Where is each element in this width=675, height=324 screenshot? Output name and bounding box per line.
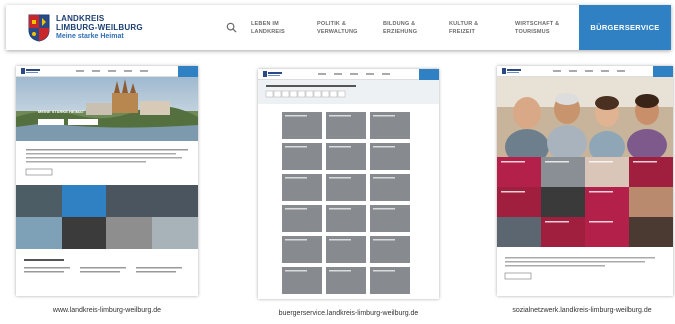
site-logo[interactable]: LANDKREIS LIMBURG-WEILBURG Meine starke …	[6, 14, 211, 42]
mini-header	[16, 66, 198, 77]
nav-item-wirtschaft[interactable]: WIRTSCHAFT & TOURISMUS	[515, 20, 583, 36]
sozialnetzwerk-preview	[497, 77, 673, 280]
nav-label-line1: POLITIK &	[317, 20, 346, 27]
nav-item-bildung[interactable]: BILDUNG & ERZIEHUNG	[383, 20, 449, 36]
url-main-site[interactable]: www.landkreis-limburg-weilburg.de	[16, 307, 198, 314]
nav-label-line2: VERWALTUNG	[317, 28, 358, 35]
site-header: LANDKREIS LIMBURG-WEILBURG Meine starke …	[6, 5, 671, 50]
nav-label-line1: KULTUR &	[449, 20, 479, 27]
main-site-preview: MEINE STARKE HEIMAT	[16, 77, 198, 273]
nav-item-leben[interactable]: LEBEN IM LANDKREIS	[251, 20, 317, 36]
nav-label-line1: BILDUNG &	[383, 20, 416, 27]
nav-label-line1: WIRTSCHAFT &	[515, 20, 560, 27]
svg-text:MEINE STARKE HEIMAT: MEINE STARKE HEIMAT	[38, 109, 85, 114]
nav-label-line2: LANDKREIS	[251, 28, 285, 35]
mini-header	[258, 69, 439, 80]
url-buergerservice[interactable]: buergerservice.landkreis-limburg-weilbur…	[250, 310, 447, 317]
buergerservice-preview	[258, 80, 439, 294]
logo-tagline: Meine starke Heimat	[56, 32, 124, 40]
search-button[interactable]	[211, 22, 251, 33]
logo-title-line1: LANDKREIS	[56, 13, 105, 23]
thumbnail-main-site[interactable]: MEINE STARKE HEIMAT	[16, 66, 198, 296]
search-icon	[226, 22, 237, 33]
main-nav: LEBEN IM LANDKREIS POLITIK & VERWALTUNG …	[251, 20, 583, 36]
nav-label-line2: TOURISMUS	[515, 28, 550, 35]
nav-label-line2: ERZIEHUNG	[383, 28, 418, 35]
thumbnail-buergerservice[interactable]	[258, 69, 439, 299]
mini-header	[497, 66, 673, 77]
logo-title-line2: LIMBURG-WEILBURG	[56, 22, 143, 32]
thumbnail-sozialnetzwerk[interactable]	[497, 66, 673, 296]
nav-label-line1: LEBEN IM	[251, 20, 279, 27]
url-sozialnetzwerk[interactable]: sozialnetzwerk.landkreis-limburg-weilbur…	[492, 307, 672, 314]
nav-item-kultur[interactable]: KULTUR & FREIZEIT	[449, 20, 515, 36]
buergerservice-button[interactable]: BÜRGERSERVICE	[579, 5, 671, 50]
nav-item-politik[interactable]: POLITIK & VERWALTUNG	[317, 20, 383, 36]
nav-label-line2: FREIZEIT	[449, 28, 476, 35]
coat-of-arms-icon	[28, 14, 50, 42]
